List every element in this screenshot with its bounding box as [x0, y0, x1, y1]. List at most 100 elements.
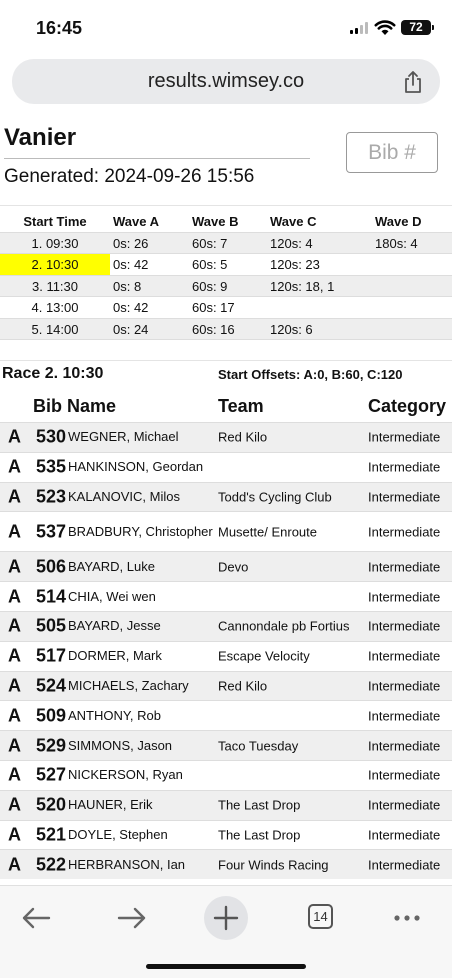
start-offsets: Start Offsets: A:0, B:60, C:120 — [218, 367, 403, 382]
arrow-right-icon — [117, 907, 146, 929]
entry-row[interactable]: A 523 KALANOVIC, Milos Todd's Cycling Club I… — [0, 481, 452, 512]
wave-letter: A — [8, 426, 21, 447]
wave-letter: A — [8, 854, 21, 875]
team-name: Musette/ Enroute — [218, 524, 317, 540]
title-divider — [4, 158, 310, 159]
category: Intermediate — [368, 678, 441, 694]
category: Intermediate — [368, 827, 441, 843]
wave-letter: A — [8, 764, 21, 785]
entry-row[interactable]: A 517 DORMER, Mark Escape Velocity Intermedi… — [0, 640, 452, 671]
team-name: Red Kilo — [218, 429, 268, 445]
status-bar: 16:45 72 — [0, 0, 452, 54]
team-name: Four Winds Racing — [218, 857, 329, 873]
back-button[interactable] — [14, 896, 58, 940]
category: Intermediate — [368, 459, 441, 475]
team-name: Escape Velocity — [218, 648, 310, 664]
wave-letter: A — [8, 824, 21, 845]
divider — [0, 360, 452, 361]
cellular-signal-icon — [350, 22, 368, 34]
team-name: The Last Drop — [218, 797, 301, 813]
wave-letter: A — [8, 794, 21, 815]
url-text[interactable]: results.wimsey.co — [12, 70, 440, 93]
entry-row[interactable]: A 521 DOYLE, Stephen The Last Drop Intermedi… — [0, 819, 452, 850]
generated-timestamp: Generated: 2024-09-26 15:56 — [4, 166, 255, 187]
schedule-row: 4. 13:00 0s: 42 60s: 17 — [0, 297, 452, 319]
wave-c-cell: 120s: 6 — [270, 321, 313, 337]
status-time: 16:45 — [36, 18, 83, 38]
plus-icon — [213, 905, 239, 931]
entry-row[interactable]: A 524 MICHAELS, Zachary Red Kilo Intermediat… — [0, 670, 452, 701]
entry-row[interactable]: A 522 HERBRANSON, Ian Four Winds Racing Inte… — [0, 849, 452, 880]
entry-row[interactable]: A 514 CHIA, Wei wen Intermediate — [0, 581, 452, 611]
new-tab-button[interactable] — [204, 896, 248, 940]
wave-letter: A — [8, 675, 21, 696]
rider-name: BAYARD, Luke — [68, 558, 155, 574]
forward-button[interactable] — [110, 896, 154, 940]
wave-b-cell: 60s: 17 — [192, 300, 235, 315]
wave-letter: A — [8, 486, 21, 507]
rider-name: SIMMONS, Jason — [68, 737, 173, 753]
team-name: Taco Tuesday — [218, 738, 299, 754]
tabs-button[interactable]: 14 — [298, 896, 342, 940]
bib-number: 537 — [35, 521, 66, 542]
start-time-cell[interactable]: 2. 10:30 — [0, 254, 110, 275]
entry-row[interactable]: A 505 BAYARD, Jesse Cannondale pb Fortius In… — [0, 610, 452, 641]
header-wave-b: Wave B — [192, 214, 239, 229]
category: Intermediate — [368, 797, 441, 813]
bib-number: 523 — [35, 486, 66, 507]
wave-letter: A — [8, 615, 21, 636]
rider-name: HANKINSON, Geordan — [68, 459, 204, 475]
start-time-cell[interactable]: 4. 13:00 — [0, 297, 110, 318]
rider-name: NICKERSON, Ryan — [68, 767, 183, 783]
battery-tip — [432, 25, 434, 30]
header-team: Team — [218, 396, 264, 416]
wave-c-cell: 120s: 18, 1 — [270, 278, 335, 294]
schedule-row: 1. 09:30 0s: 26 60s: 7 120s: 4 180s: 4 — [0, 232, 452, 254]
wave-d-cell: 180s: 4 — [375, 235, 418, 251]
header-wave-c: Wave C — [270, 214, 317, 229]
bib-search-input[interactable]: Bib # — [346, 132, 438, 173]
rider-name: HAUNER, Erik — [68, 797, 153, 813]
start-time-cell[interactable]: 5. 14:00 — [0, 319, 110, 340]
entry-row[interactable]: A 535 HANKINSON, Geordan Intermediate — [0, 451, 452, 482]
header-category: Category — [368, 396, 447, 416]
tab-count: 14 — [308, 904, 333, 929]
more-dots-icon — [394, 915, 420, 921]
bib-number: 529 — [35, 735, 66, 756]
wave-letter: A — [8, 521, 21, 542]
schedule-row: 5. 14:00 0s: 24 60s: 16 120s: 6 — [0, 318, 452, 340]
bib-number: 517 — [35, 645, 66, 666]
wave-letter: A — [8, 705, 21, 726]
entry-row[interactable]: A 537 BRADBURY, Christopher Musette/ Enrout… — [0, 511, 452, 551]
bib-number: 535 — [35, 456, 66, 477]
category: Intermediate — [368, 559, 441, 575]
rider-name: CHIA, Wei wen — [68, 588, 156, 604]
entry-row[interactable]: A 509 ANTHONY, Rob Intermediate — [0, 700, 452, 730]
share-icon[interactable] — [402, 70, 424, 94]
divider — [0, 205, 452, 206]
wifi-icon — [374, 20, 396, 35]
rider-name: BAYARD, Jesse — [68, 618, 161, 634]
entry-row[interactable]: A 520 HAUNER, Erik The Last Drop Intermediat… — [0, 789, 452, 820]
wave-b-cell: 60s: 5 — [192, 257, 228, 272]
start-time-cell[interactable]: 1. 09:30 — [0, 233, 110, 254]
header-wave-d: Wave D — [375, 214, 422, 229]
category: Intermediate — [368, 648, 441, 664]
wave-c-cell: 120s: 23 — [270, 257, 320, 272]
bib-number: 524 — [35, 675, 66, 696]
start-time-cell[interactable]: 3. 11:30 — [0, 276, 110, 297]
team-name: Red Kilo — [218, 678, 268, 694]
wave-b-cell: 60s: 7 — [192, 235, 228, 251]
header-bib: Bib — [33, 396, 62, 416]
entry-row[interactable]: A 530 WEGNER, Michael Red Kilo Intermediate — [0, 422, 452, 452]
entry-row[interactable]: A 506 BAYARD, Luke Devo Intermediate — [0, 551, 452, 582]
wave-b-cell: 60s: 9 — [192, 278, 228, 294]
address-bar[interactable]: results.wimsey.co — [12, 59, 440, 104]
bib-number: 520 — [35, 794, 66, 815]
entry-row[interactable]: A 527 NICKERSON, Ryan Intermediate — [0, 759, 452, 790]
header-wave-a: Wave A — [113, 214, 159, 229]
more-button[interactable] — [385, 896, 429, 940]
wave-letter: A — [8, 456, 21, 477]
rider-name: ANTHONY, Rob — [68, 707, 161, 723]
entry-row[interactable]: A 529 SIMMONS, Jason Taco Tuesday Intermedia… — [0, 730, 452, 760]
